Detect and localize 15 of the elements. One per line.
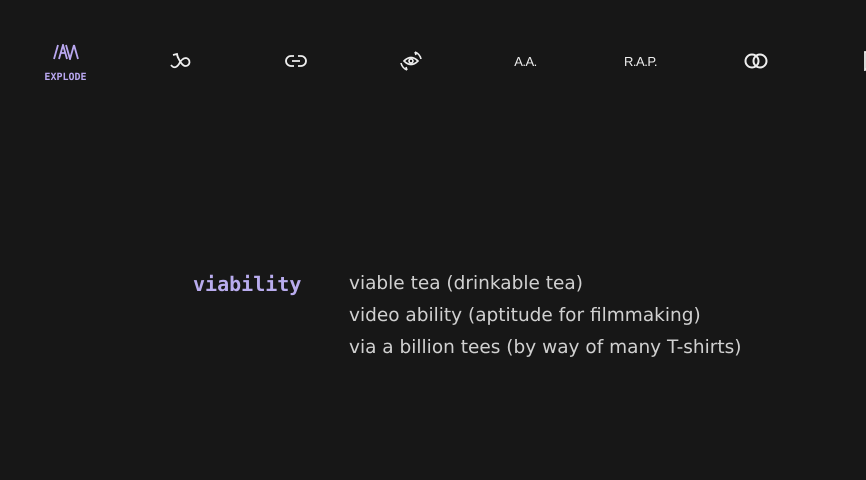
meaning-text: via a billion tees (by way of many T-shirts): [349, 336, 742, 360]
tool-button[interactable]: EXPLODE: [8, 38, 123, 96]
meaning-text: video ability (aptitude for filmmaking): [349, 304, 702, 328]
link-icon: [284, 54, 306, 68]
eye-rotate-icon: [398, 49, 422, 73]
text-logo: A.A.: [514, 54, 537, 68]
headword: viability: [193, 271, 302, 298]
meaning-text: viable tea (drinkable tea): [349, 272, 584, 296]
text-logo: R.A.P.: [624, 54, 657, 68]
curly-arrow-icon: [168, 51, 192, 71]
tool-button[interactable]: A.A.: [468, 38, 583, 96]
letters-icon: [52, 44, 78, 60]
overlapping-circles-icon: [744, 53, 768, 69]
tool-label: EXPLODE: [44, 72, 87, 83]
tool-button[interactable]: R.A.P.: [583, 38, 698, 96]
